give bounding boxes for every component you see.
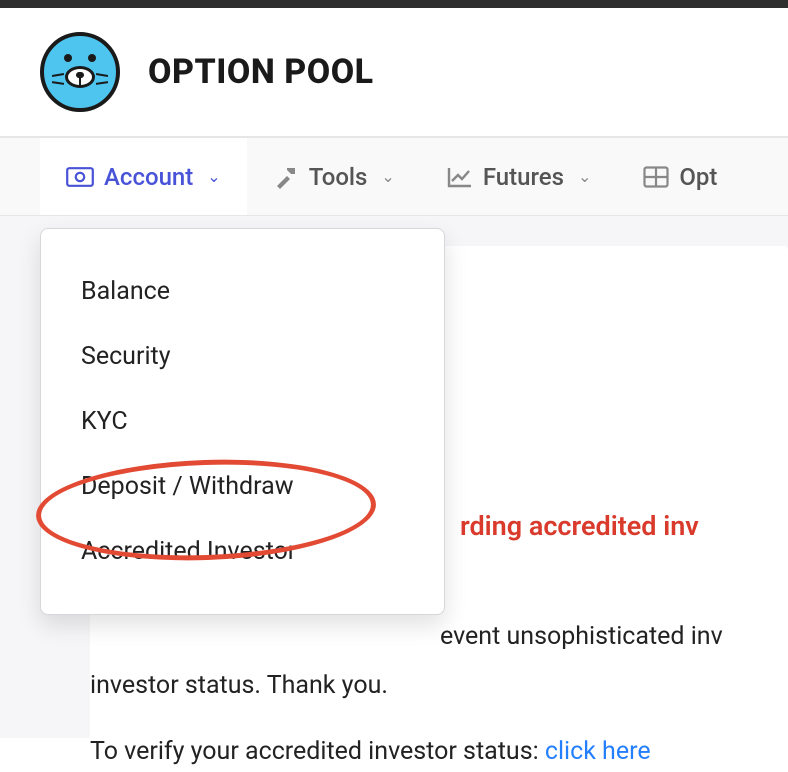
notice-line: event unsophisticated inv	[90, 618, 788, 657]
brand-name: OPTION POOL	[148, 52, 374, 92]
header: OPTION POOL	[0, 8, 788, 138]
chart-icon	[447, 166, 473, 188]
dropdown-item-accredited-investor[interactable]: Accredited Investor	[41, 519, 444, 584]
dropdown-item-security[interactable]: Security	[41, 324, 444, 389]
chevron-down-icon: ⌄	[207, 167, 220, 186]
grid-icon	[643, 166, 669, 188]
nav-item-account[interactable]: Account ⌄	[40, 138, 247, 215]
nav-item-options[interactable]: Opt	[617, 138, 743, 215]
main-nav: Account ⌄ Tools ⌄ Futures ⌄	[0, 138, 788, 216]
nav-label: Futures	[483, 163, 564, 191]
account-dropdown: Balance Security KYC Deposit / Withdraw …	[40, 228, 445, 615]
cash-icon	[66, 167, 94, 187]
nav-item-tools[interactable]: Tools ⌄	[247, 138, 421, 215]
notice-line: investor status. Thank you.	[90, 667, 788, 706]
nav-label: Account	[104, 163, 193, 191]
logo	[40, 32, 120, 112]
nav-item-futures[interactable]: Futures ⌄	[421, 138, 618, 215]
nav-label: Opt	[679, 163, 717, 191]
dropdown-item-balance[interactable]: Balance	[41, 259, 444, 324]
nav-label: Tools	[309, 163, 368, 191]
window-top-bar	[0, 0, 788, 8]
dropdown-item-deposit-withdraw[interactable]: Deposit / Withdraw	[41, 454, 444, 519]
chevron-down-icon: ⌄	[578, 167, 591, 186]
chevron-down-icon: ⌄	[381, 167, 394, 186]
verify-text: To verify your accredited investor statu…	[90, 737, 545, 766]
hammer-icon	[273, 164, 299, 190]
dropdown-item-kyc[interactable]: KYC	[41, 389, 444, 454]
verify-link[interactable]: click here	[545, 737, 651, 766]
